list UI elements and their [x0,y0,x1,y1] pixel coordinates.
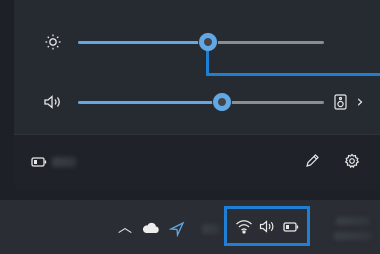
tray-item-redacted [202,224,220,234]
callout-connector-horizontal [206,73,380,76]
clock-time-redacted[interactable] [336,217,370,225]
volume-slider-fill [78,101,220,104]
volume-slider-rest [220,101,324,104]
speaker-icon [43,94,63,110]
sun-icon [44,33,62,51]
pencil-icon[interactable] [304,153,320,169]
volume-slider[interactable] [78,93,324,111]
volume-slider-thumb[interactable] [213,93,231,111]
quick-settings-flyout: › [14,0,380,191]
audio-output-icon [334,94,347,110]
location-arrow-icon[interactable] [169,221,185,237]
gear-icon[interactable] [344,153,360,169]
chevron-right-icon: › [356,92,364,112]
brightness-slider-thumb[interactable] [199,33,217,51]
brightness-slider[interactable] [78,33,324,51]
battery-percentage-redacted [52,157,76,167]
tray-highlight-callout [224,206,310,246]
brightness-slider-fill [78,41,206,44]
clock-date-redacted[interactable] [334,232,372,240]
quick-settings-footer [14,134,380,191]
brightness-slider-rest [206,41,324,44]
chevron-up-icon[interactable]: ︿ [117,220,133,236]
taskbar: ︿ [0,200,380,254]
audio-output-button[interactable]: › [332,91,370,113]
cloud-icon[interactable] [142,222,160,234]
battery-icon[interactable] [31,156,47,168]
quick-settings-sliders-panel: › [14,0,380,134]
